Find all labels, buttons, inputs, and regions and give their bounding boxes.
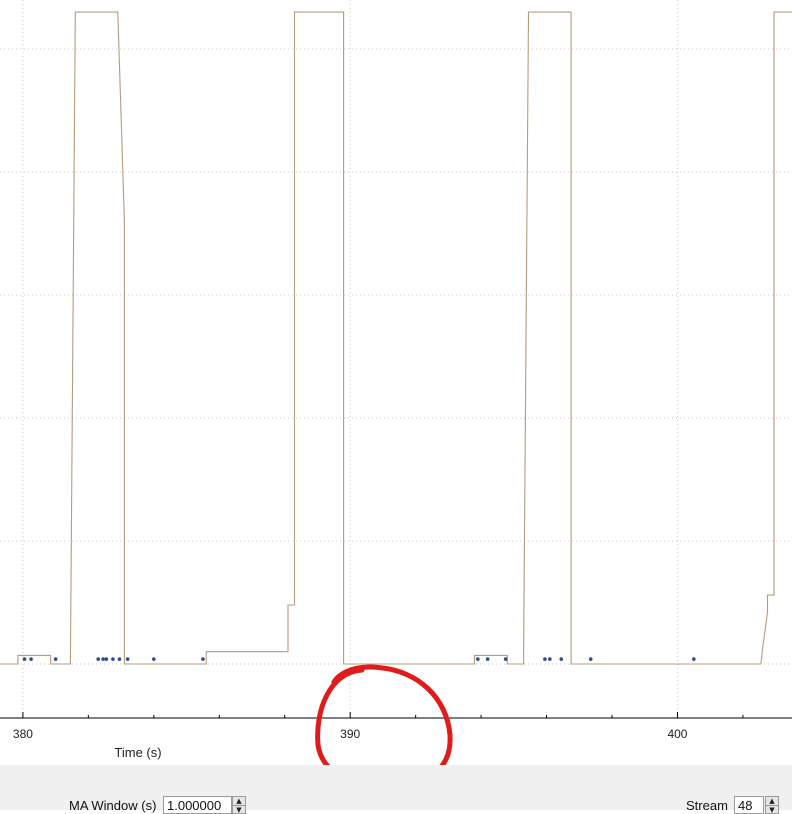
data-point [548, 657, 552, 661]
annotation-circle [315, 664, 453, 765]
data-point [485, 657, 490, 661]
stream-spinner[interactable]: ▲ ▼ [765, 796, 779, 814]
annotation-layer [315, 664, 453, 765]
data-point [543, 657, 547, 661]
time-series-plot[interactable]: 380 390 400 Time (s) [0, 0, 792, 765]
data-point [152, 657, 156, 661]
data-point [559, 657, 564, 661]
data-point [125, 657, 130, 661]
ma-window-input[interactable]: 1.000000 [163, 796, 232, 814]
data-point [588, 657, 593, 661]
data-point [101, 657, 105, 661]
ma-window-up-button[interactable]: ▲ [233, 797, 245, 805]
x-axis-title: Time (s) [114, 745, 161, 760]
x-tick-label: 380 [13, 727, 33, 741]
x-tick-label: 400 [667, 727, 687, 741]
plot-area[interactable]: 380 390 400 Time (s) [0, 0, 792, 765]
data-point [53, 657, 58, 661]
data-point [96, 657, 100, 661]
data-point [111, 657, 115, 661]
ma-window-label: MA Window (s) [69, 798, 157, 813]
data-point [503, 657, 508, 661]
stream-label: Stream [686, 798, 728, 813]
stream-input[interactable]: 48 [734, 796, 764, 814]
data-point [104, 657, 109, 661]
data-point [22, 657, 27, 661]
data-point [692, 657, 696, 661]
data-point [29, 657, 33, 661]
bottom-control-panel: MA Window (s) 1.000000 ▲ ▼ Stream 48 ▲ ▼ [0, 765, 792, 814]
ma-window-spinner[interactable]: ▲ ▼ [232, 796, 246, 814]
grid-lines [0, 0, 792, 718]
data-point [117, 657, 122, 661]
series-line [0, 11, 792, 665]
data-point [201, 657, 205, 661]
x-tick-label: 390 [340, 727, 360, 741]
stream-up-button[interactable]: ▲ [766, 797, 778, 805]
data-point [476, 657, 480, 661]
series-layer [0, 11, 792, 665]
x-axis-ticks: 380 390 400 [13, 712, 744, 741]
